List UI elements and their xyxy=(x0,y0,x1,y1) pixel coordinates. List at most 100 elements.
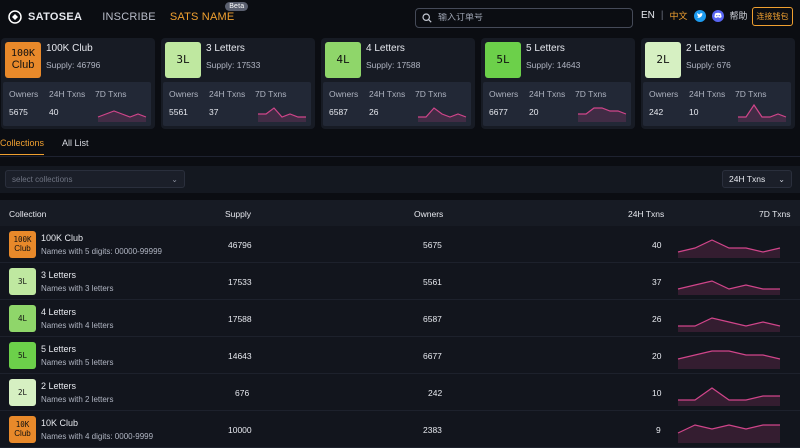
row-badge: 100K Club xyxy=(9,231,36,258)
chevron-down-icon: ⌄ xyxy=(778,174,785,184)
view-tabs: Collections All List xyxy=(0,138,89,155)
row-badge-text: 3L xyxy=(17,277,28,286)
row-owners: 242 xyxy=(428,388,443,398)
card-badge: 3L xyxy=(165,42,201,78)
period-select[interactable]: 24H Txns ⌄ xyxy=(722,170,792,188)
row-24h-txns: 20 xyxy=(652,351,662,361)
col-24h-txns[interactable]: 24H Txns xyxy=(628,209,664,219)
sparkline xyxy=(578,107,627,122)
chevron-down-icon: ⌄ xyxy=(171,174,178,184)
card-3-letters[interactable]: 3L 3 Letters Supply: 17533 Owners 24H Tx… xyxy=(161,38,315,129)
txns24-label: 24H Txns xyxy=(529,89,566,99)
table-row[interactable]: 3L 3 Letters Names with 3 letters 17533 … xyxy=(0,263,800,300)
twitter-icon[interactable] xyxy=(693,9,706,22)
sparkline-area xyxy=(678,425,780,443)
card-stats: Owners 24H Txns 7D Txns 5561 37 xyxy=(163,82,311,126)
row-owners: 5561 xyxy=(423,277,442,287)
search-icon xyxy=(422,13,432,23)
sparkline xyxy=(258,107,306,122)
row-24h-txns: 9 xyxy=(656,425,661,435)
card-100k-club[interactable]: 100K Club 100K Club Supply: 46796 Owners … xyxy=(1,38,155,129)
card-title: 2 Letters xyxy=(686,43,725,54)
collection-cards: 100K Club 100K Club Supply: 46796 Owners … xyxy=(0,38,800,130)
row-badge-line1: 10K xyxy=(15,420,30,430)
row-name: 5 Letters xyxy=(41,344,77,354)
row-badge-text: 2L xyxy=(17,388,28,397)
txns7-label: 7D Txns xyxy=(255,89,287,99)
lang-en[interactable]: EN xyxy=(641,10,655,21)
table-row[interactable]: 2L 2 Letters Names with 2 letters 676 24… xyxy=(0,374,800,411)
sparkline-area xyxy=(418,108,466,122)
txns24-label: 24H Txns xyxy=(689,89,726,99)
row-sparkline xyxy=(678,387,780,406)
txns7-label: 7D Txns xyxy=(735,89,767,99)
txns24-value: 20 xyxy=(529,107,539,117)
row-name: 4 Letters xyxy=(41,307,77,317)
row-24h-txns: 10 xyxy=(652,388,662,398)
row-description: Names with 5 letters xyxy=(41,358,114,367)
nav-sats-name[interactable]: SATS NAME Beta xyxy=(170,2,249,23)
row-sparkline xyxy=(677,350,781,369)
card-supply: Supply: 14643 xyxy=(526,60,581,70)
row-badge: 2L xyxy=(9,379,36,406)
period-select-value: 24H Txns xyxy=(729,174,766,184)
row-badge: 5L xyxy=(9,342,36,369)
row-description: Names with 5 digits: 00000-99999 xyxy=(41,247,162,256)
col-collection[interactable]: Collection xyxy=(9,209,46,219)
logo-text: SATOSEA xyxy=(28,11,83,23)
collection-select[interactable]: select collections ⌄ xyxy=(5,170,185,188)
row-supply: 17588 xyxy=(228,314,252,324)
beta-badge: Beta xyxy=(225,2,249,11)
card-badge: 5L xyxy=(485,42,521,78)
table-row[interactable]: 100K Club 100K Club Names with 5 digits: … xyxy=(0,226,800,263)
owners-value: 242 xyxy=(649,107,664,117)
sparkline xyxy=(738,103,787,122)
card-title: 5 Letters xyxy=(526,43,565,54)
owners-label: Owners xyxy=(489,89,519,99)
discord-icon[interactable] xyxy=(711,9,724,22)
txns7-label: 7D Txns xyxy=(415,89,447,99)
txns24-value: 10 xyxy=(689,107,699,117)
table-row[interactable]: 4L 4 Letters Names with 4 letters 17588 … xyxy=(0,300,800,337)
sparkline-area xyxy=(98,111,146,122)
col-supply[interactable]: Supply xyxy=(225,209,251,219)
txns7-label: 7D Txns xyxy=(575,89,607,99)
card-badge-line2: Club xyxy=(11,59,35,72)
row-sparkline xyxy=(677,424,780,443)
col-owners[interactable]: Owners xyxy=(414,209,443,219)
card-2-letters[interactable]: 2L 2 Letters Supply: 676 Owners 24H Txns… xyxy=(641,38,795,129)
row-supply: 676 xyxy=(235,388,250,398)
col-7d-txns[interactable]: 7D Txns xyxy=(759,209,791,219)
sparkline-area xyxy=(738,105,786,122)
row-name: 2 Letters xyxy=(41,381,77,391)
collection-select-placeholder: select collections xyxy=(12,174,73,184)
row-badge: 10K Club xyxy=(9,416,36,443)
help-link[interactable]: 帮助 xyxy=(730,9,748,22)
connect-wallet-button[interactable]: 连接钱包 xyxy=(752,7,793,26)
order-search[interactable] xyxy=(415,8,633,28)
tab-collections[interactable]: Collections xyxy=(0,138,45,155)
table-row[interactable]: 10K Club 10K Club Names with 4 digits: 00… xyxy=(0,411,800,448)
txns24-label: 24H Txns xyxy=(369,89,406,99)
row-badge-line1: 100K xyxy=(13,235,32,245)
search-input[interactable] xyxy=(438,13,618,23)
card-badge-line1: 100K xyxy=(10,47,36,59)
owners-value: 5675 xyxy=(9,107,28,117)
nav-inscribe[interactable]: INSCRIBE xyxy=(102,11,156,23)
card-4-letters[interactable]: 4L 4 Letters Supply: 17588 Owners 24H Tx… xyxy=(321,38,475,129)
sparkline-area xyxy=(678,281,780,295)
tab-all-list[interactable]: All List xyxy=(62,138,89,155)
row-description: Names with 4 letters xyxy=(41,321,114,330)
row-supply: 46796 xyxy=(228,240,252,250)
table-row[interactable]: 5L 5 Letters Names with 5 letters 14643 … xyxy=(0,337,800,374)
owners-value: 6587 xyxy=(329,107,348,117)
logo[interactable]: SATOSEA xyxy=(8,10,82,24)
lang-cn[interactable]: 中文 xyxy=(670,9,688,22)
row-badge-text: 4L xyxy=(17,314,28,323)
row-badge-text: 5L xyxy=(17,351,28,360)
owners-value: 6677 xyxy=(489,107,508,117)
card-5-letters[interactable]: 5L 5 Letters Supply: 14643 Owners 24H Tx… xyxy=(481,38,635,129)
owners-label: Owners xyxy=(329,89,359,99)
row-sparkline xyxy=(677,280,780,295)
owners-label: Owners xyxy=(169,89,199,99)
